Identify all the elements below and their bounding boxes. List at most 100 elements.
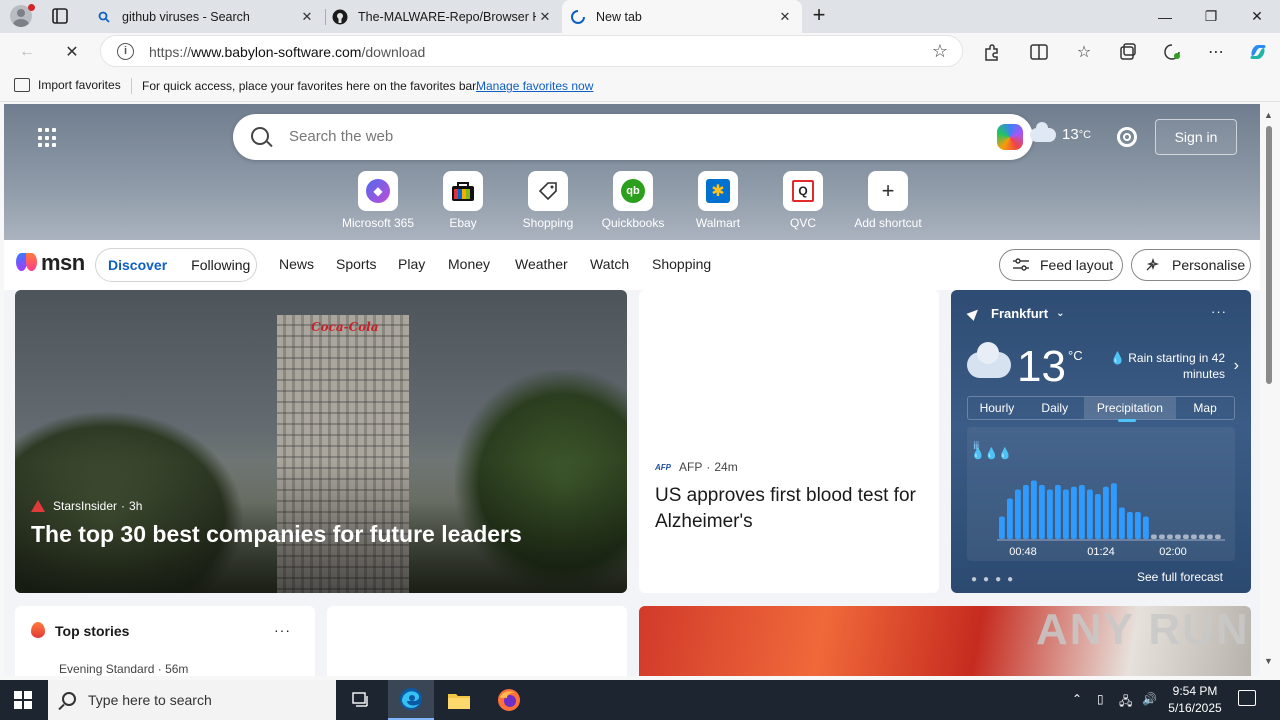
story-source: StarsInsider · 3h: [31, 499, 142, 513]
source-name: AFP: [679, 460, 703, 474]
import-favorites-button[interactable]: Import favorites: [14, 78, 121, 92]
url-text: https://www.babylon-software.com/downloa…: [149, 44, 425, 60]
tab-precipitation[interactable]: Precipitation: [1083, 397, 1177, 422]
stop-loading-icon[interactable]: ✕: [61, 41, 83, 63]
story-title[interactable]: US approves first blood test for Alzheim…: [655, 483, 925, 535]
browser-essentials-icon[interactable]: [1161, 41, 1183, 63]
feed-layout-button[interactable]: Feed layout: [999, 249, 1123, 281]
import-favorites-label: Import favorites: [38, 78, 121, 92]
settings-gear-icon[interactable]: [1117, 127, 1137, 147]
close-tab-icon[interactable]: ✕: [536, 9, 554, 25]
firefox-icon[interactable]: [486, 680, 532, 720]
top-stories-card[interactable]: Top stories ··· Evening Standard · 56m: [15, 606, 315, 676]
hero-story-card[interactable]: Coca-Cola StarsInsider · 3h The top 30 b…: [15, 290, 627, 593]
tab-malware-repo[interactable]: The-MALWARE-Repo/Browser Hi ✕: [326, 0, 562, 33]
story-title[interactable]: The top 30 best companies for future lea…: [31, 521, 522, 548]
minimize-button[interactable]: —: [1142, 0, 1188, 33]
personalise-button[interactable]: Personalise: [1131, 249, 1251, 281]
weather-unit: °C: [1068, 348, 1083, 363]
search-placeholder[interactable]: Search the web: [289, 128, 393, 145]
precipitation-bar: [1023, 485, 1029, 539]
taskbar-clock[interactable]: 9:54 PM 5/16/2025: [1160, 683, 1230, 717]
close-tab-icon[interactable]: ✕: [298, 9, 316, 25]
more-options-icon[interactable]: ···: [1211, 304, 1227, 319]
shortcut-walmart[interactable]: ✱ Walmart: [678, 171, 758, 230]
nav-watch[interactable]: Watch: [590, 256, 629, 272]
favorites-icon[interactable]: ☆: [1073, 41, 1095, 63]
shortcut-label: Microsoft 365: [341, 216, 415, 230]
source-age: 24m: [714, 460, 738, 474]
chevron-right-icon[interactable]: ›: [1234, 357, 1239, 375]
copilot-search-icon[interactable]: [997, 124, 1023, 150]
hero-weather-widget[interactable]: 13 °C: [1030, 121, 1091, 143]
more-menu-icon[interactable]: ⋯: [1205, 41, 1227, 63]
shortcut-shopping[interactable]: Shopping: [508, 171, 588, 230]
volume-icon[interactable]: 🔊: [1142, 692, 1157, 706]
shortcut-microsoft-365[interactable]: ◆ Microsoft 365: [338, 171, 418, 230]
weather-card[interactable]: Frankfurt ⌄ ··· 13 °C 💧 Rain starting in…: [951, 290, 1251, 593]
starsinsider-logo-icon: [31, 500, 45, 512]
weather-location[interactable]: Frankfurt ⌄: [966, 306, 1064, 321]
restore-button[interactable]: ❐: [1188, 0, 1234, 33]
favorites-separator: [131, 78, 132, 94]
file-explorer-icon[interactable]: [436, 680, 482, 720]
nav-weather[interactable]: Weather: [515, 256, 568, 272]
shortcut-quickbooks[interactable]: qb Quickbooks: [593, 171, 673, 230]
precipitation-bar: [1031, 480, 1037, 539]
favorite-star-icon[interactable]: ☆: [932, 41, 948, 62]
msn-logo[interactable]: msn: [16, 250, 85, 276]
notifications-icon[interactable]: [1238, 690, 1256, 706]
tab-new-tab[interactable]: New tab ✕: [562, 0, 802, 33]
shortcut-ebay[interactable]: Ebay: [423, 171, 503, 230]
split-screen-icon[interactable]: [1028, 41, 1050, 63]
windows-start-icon[interactable]: [14, 691, 32, 709]
tab-daily[interactable]: Daily: [1026, 397, 1084, 419]
tab-following[interactable]: Following: [179, 257, 262, 273]
nav-sports[interactable]: Sports: [336, 256, 376, 272]
scroll-up-arrow-icon[interactable]: ▲: [1264, 110, 1273, 120]
shortcut-qvc[interactable]: Q QVC: [763, 171, 843, 230]
battery-icon[interactable]: ▯: [1097, 692, 1104, 706]
copilot-icon[interactable]: [1247, 41, 1269, 63]
nav-shopping[interactable]: Shopping: [652, 256, 711, 272]
see-full-forecast-link[interactable]: See full forecast: [1137, 570, 1223, 584]
extensions-icon[interactable]: [980, 41, 1002, 63]
task-view-icon[interactable]: [338, 680, 384, 720]
story-source: AFP AFP · 24m: [655, 460, 738, 474]
scroll-down-arrow-icon[interactable]: ▼: [1264, 656, 1273, 666]
tab-github-viruses[interactable]: github viruses - Search ✕: [88, 0, 324, 33]
news-story-card[interactable]: AFP AFP · 24m US approves first blood te…: [639, 290, 939, 593]
manage-favorites-link[interactable]: Manage favorites now: [476, 79, 593, 93]
nav-play[interactable]: Play: [398, 256, 425, 272]
tab-actions-icon[interactable]: [50, 7, 70, 25]
close-tab-icon[interactable]: ✕: [776, 9, 794, 25]
site-info-icon[interactable]: i: [117, 43, 134, 60]
web-search-box[interactable]: Search the web: [233, 114, 1033, 160]
add-shortcut-button[interactable]: + Add shortcut: [848, 171, 928, 230]
tab-hourly[interactable]: Hourly: [968, 397, 1026, 419]
edge-taskbar-icon[interactable]: [388, 680, 434, 720]
address-bar[interactable]: i https://www.babylon-software.com/downl…: [100, 35, 963, 67]
nav-news[interactable]: News: [279, 256, 314, 272]
taskbar-search-box[interactable]: Type here to search: [48, 680, 336, 720]
tab-map[interactable]: Map: [1176, 397, 1234, 419]
network-icon[interactable]: 🖧: [1119, 692, 1132, 713]
tag-icon: [538, 182, 557, 201]
tab-discover[interactable]: Discover: [96, 257, 179, 273]
tab-title: github viruses - Search: [122, 9, 250, 24]
sign-in-button[interactable]: Sign in: [1155, 119, 1237, 155]
carousel-dots[interactable]: ●●●●: [971, 574, 1019, 585]
app-launcher-icon[interactable]: [38, 128, 58, 148]
nav-money[interactable]: Money: [448, 256, 490, 272]
show-hidden-icons-chevron[interactable]: ⌃: [1072, 692, 1082, 706]
close-window-button[interactable]: ✕: [1234, 0, 1280, 33]
more-options-icon[interactable]: ···: [274, 622, 291, 638]
back-arrow-icon[interactable]: ←: [16, 41, 38, 63]
import-icon: [14, 78, 30, 92]
shortcut-label: Shopping: [522, 216, 574, 230]
scroll-thumb[interactable]: [1266, 126, 1272, 384]
page-scrollbar[interactable]: ▲ ▼: [1260, 104, 1280, 676]
precipitation-bar: [1039, 485, 1045, 539]
new-tab-button[interactable]: +: [808, 4, 830, 27]
collections-icon[interactable]: [1117, 41, 1139, 63]
